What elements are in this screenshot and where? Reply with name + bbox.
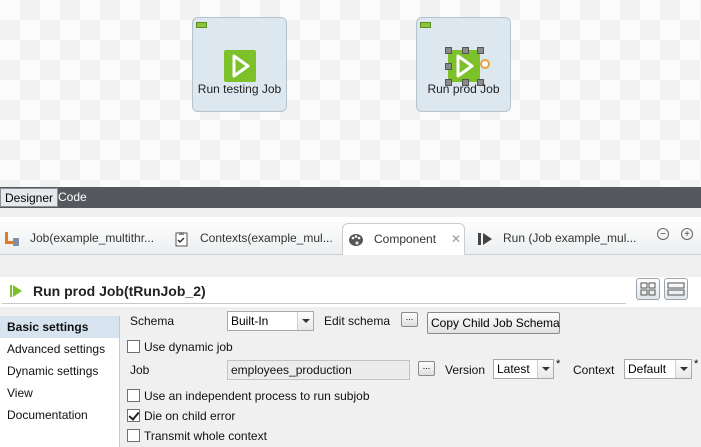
use-dynamic-job-checkbox[interactable]: [127, 340, 140, 353]
job-node-run-testing[interactable]: Run testing Job: [192, 17, 287, 112]
nav-dynamic-settings[interactable]: Dynamic settings: [0, 360, 119, 382]
context-value: Default: [628, 362, 667, 376]
chevron-down-icon: [537, 360, 553, 378]
version-value: Latest: [497, 362, 530, 376]
nav-basic-settings[interactable]: Basic settings: [0, 316, 119, 338]
chevron-down-icon: [297, 312, 313, 330]
tab-label: Run (Job example_mul...: [503, 231, 637, 245]
minimize-icon[interactable]: −: [657, 228, 669, 240]
component-run-icon: [10, 283, 24, 299]
node-status-indicator: [196, 22, 207, 28]
run-icon: [477, 231, 493, 247]
views-tab-strip: Job(example_multithr... Contexts(example…: [0, 217, 701, 255]
job-browse-button[interactable]: ...: [418, 361, 435, 376]
nav-advanced-settings[interactable]: Advanced settings: [0, 338, 119, 360]
transmit-whole-context-checkbox[interactable]: [127, 429, 140, 442]
list-layout-button[interactable]: [664, 278, 688, 300]
use-dynamic-job-label: Use dynamic job: [144, 340, 233, 354]
nav-view[interactable]: View: [0, 382, 119, 404]
table-layout-button[interactable]: [636, 278, 660, 300]
node-label: Run prod Job: [427, 82, 500, 96]
designer-canvas[interactable]: Run testing Job Run prod Job: [0, 0, 701, 187]
schema-value: Built-In: [231, 314, 269, 328]
tab-code[interactable]: Code: [54, 188, 91, 207]
independent-process-checkbox[interactable]: [127, 389, 140, 402]
required-marker: *: [556, 358, 561, 370]
required-marker: *: [694, 358, 699, 370]
run-job-icon: [448, 50, 480, 82]
resize-handle[interactable]: [462, 47, 469, 54]
chevron-down-icon: [675, 360, 691, 378]
node-status-indicator: [420, 22, 431, 28]
edit-schema-button[interactable]: ...: [401, 312, 418, 327]
contexts-icon: [174, 231, 190, 247]
context-label: Context: [573, 363, 615, 377]
version-select[interactable]: Latest: [493, 359, 554, 379]
edit-schema-label: Edit schema: [324, 314, 391, 328]
die-on-child-error-label: Die on child error: [144, 409, 236, 423]
schema-select[interactable]: Built-In: [227, 311, 314, 331]
resize-handle[interactable]: [445, 47, 452, 54]
basic-settings-panel: Schema Built-In Edit schema ... Copy Chi…: [120, 307, 701, 447]
node-label: Run testing Job: [197, 82, 282, 96]
version-label: Version: [445, 363, 486, 377]
resize-handle[interactable]: [477, 47, 484, 54]
copy-child-job-schema-button[interactable]: Copy Child Job Schema: [427, 312, 560, 334]
nav-documentation[interactable]: Documentation: [0, 404, 119, 426]
palette-icon: [348, 232, 364, 248]
job-icon: [4, 231, 20, 247]
title-divider: [2, 303, 626, 304]
tab-designer[interactable]: Designer: [0, 188, 59, 207]
maximize-icon[interactable]: +: [681, 228, 693, 240]
independent-process-label: Use an independent process to run subjob: [144, 389, 370, 403]
run-job-icon: [224, 50, 256, 82]
component-title-bar: Run prod Job(tRunJob_2): [0, 277, 701, 307]
tab-label: Contexts(example_mul...: [200, 231, 333, 245]
component-title: Run prod Job(tRunJob_2): [33, 283, 206, 299]
settings-nav: Basic settings Advanced settings Dynamic…: [0, 316, 120, 447]
resize-handle[interactable]: [445, 63, 452, 70]
close-icon[interactable]: ✕: [451, 228, 461, 250]
job-label: Job: [130, 363, 150, 377]
schema-label: Schema: [130, 314, 175, 328]
designer-code-tabbar: Designer Code: [0, 187, 701, 208]
connection-port-icon[interactable]: [480, 59, 490, 69]
transmit-whole-context-label: Transmit whole context: [144, 429, 267, 443]
context-select[interactable]: Default: [624, 359, 692, 379]
tab-component[interactable]: Component ✕: [342, 223, 465, 255]
tab-label: Component: [374, 232, 437, 246]
grid-layout-icon: [640, 282, 656, 296]
list-layout-icon: [667, 282, 685, 296]
tab-label: Job(example_multithr...: [30, 231, 155, 245]
job-node-run-prod[interactable]: Run prod Job: [416, 17, 511, 112]
die-on-child-error-checkbox[interactable]: [127, 409, 140, 422]
job-field[interactable]: employees_production: [227, 360, 410, 380]
